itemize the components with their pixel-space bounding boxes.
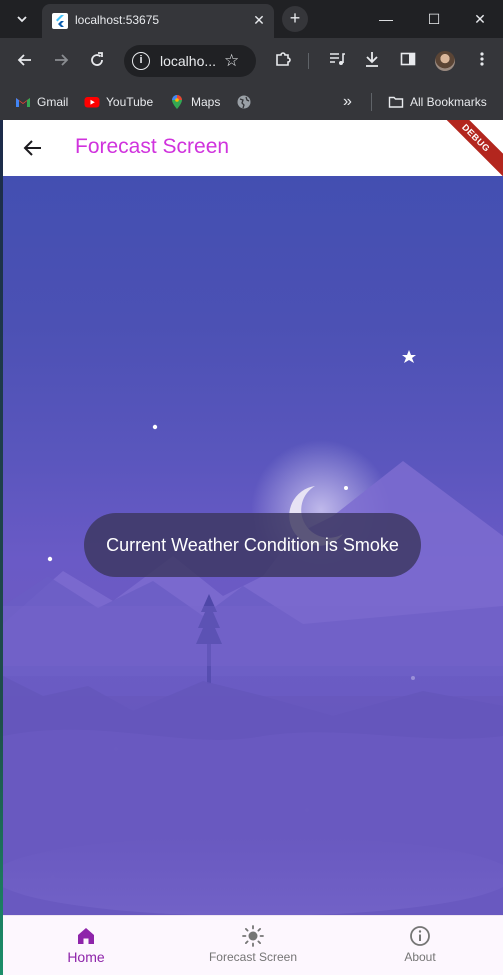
kebab-menu-icon[interactable] bbox=[471, 50, 493, 72]
nav-label: About bbox=[404, 950, 436, 964]
page-title: Forecast Screen bbox=[75, 135, 230, 158]
close-window-button[interactable]: ✕ bbox=[470, 9, 490, 29]
forward-button[interactable] bbox=[51, 51, 71, 71]
maps-icon bbox=[172, 95, 182, 109]
chevron-down-icon bbox=[17, 16, 27, 23]
info-icon bbox=[410, 926, 430, 946]
toolbar-divider bbox=[308, 53, 309, 69]
tab-close-icon[interactable]: ✕ bbox=[250, 11, 268, 29]
star-icon bbox=[344, 486, 348, 490]
bookmark-label: Gmail bbox=[37, 95, 69, 109]
tab-title: localhost:53675 bbox=[75, 13, 160, 27]
browser-tab[interactable]: localhost:53675 ✕ bbox=[42, 4, 274, 38]
site-info-icon[interactable]: i bbox=[132, 52, 150, 70]
bookmark-label: Maps bbox=[191, 95, 221, 109]
weather-toast: Current Weather Condition is Smoke bbox=[84, 513, 421, 577]
debug-banner: DEBUG bbox=[431, 120, 503, 183]
nav-forecast-screen[interactable]: Forecast Screen bbox=[173, 916, 333, 975]
ground-fog bbox=[3, 836, 503, 915]
nav-about[interactable]: About bbox=[340, 916, 500, 975]
flutter-favicon-icon bbox=[52, 13, 68, 29]
bookmarks-divider bbox=[371, 93, 372, 111]
minimize-button[interactable]: — bbox=[376, 9, 396, 29]
globe-icon bbox=[237, 95, 251, 109]
bookmark-globe[interactable] bbox=[236, 92, 252, 112]
back-arrow-icon bbox=[17, 54, 31, 66]
address-bar[interactable]: i localho... ☆ bbox=[124, 45, 256, 77]
sun-icon bbox=[242, 925, 264, 947]
star-icon bbox=[47, 556, 53, 562]
bookmarks-overflow-button[interactable]: » bbox=[343, 92, 352, 112]
folder-icon bbox=[388, 96, 404, 108]
bookmarks-bar: Gmail YouTube Maps » All Bookmarks bbox=[0, 84, 503, 120]
nav-home[interactable]: Home bbox=[6, 916, 166, 975]
profile-avatar[interactable] bbox=[435, 51, 455, 71]
nav-label: Forecast Screen bbox=[208, 950, 298, 964]
app-back-button[interactable] bbox=[21, 136, 45, 160]
tab-search-button[interactable] bbox=[12, 9, 32, 29]
bookmark-gmail[interactable]: Gmail bbox=[15, 92, 68, 112]
new-tab-button[interactable]: + bbox=[282, 6, 308, 32]
app-bar: Forecast Screen DEBUG bbox=[3, 120, 503, 183]
home-icon bbox=[78, 928, 94, 944]
back-button[interactable] bbox=[15, 51, 35, 71]
fog-band bbox=[3, 606, 503, 666]
browser-window: localhost:53675 ✕ + — ☐ ✕ i localho... ☆ bbox=[0, 0, 503, 975]
maximize-button[interactable]: ☐ bbox=[424, 9, 444, 29]
side-panel-icon[interactable] bbox=[397, 50, 419, 72]
nav-label: Home bbox=[67, 949, 105, 965]
reload-icon bbox=[91, 52, 103, 66]
back-arrow-icon bbox=[23, 140, 41, 156]
download-icon[interactable] bbox=[361, 50, 383, 72]
bookmark-label: YouTube bbox=[106, 95, 154, 109]
youtube-icon bbox=[84, 97, 100, 108]
all-bookmarks-label: All Bookmarks bbox=[410, 95, 487, 109]
address-text[interactable]: localho... bbox=[160, 53, 216, 69]
tab-strip: localhost:53675 ✕ + — ☐ ✕ bbox=[0, 0, 503, 38]
reload-button[interactable] bbox=[87, 51, 107, 71]
bookmark-maps[interactable]: Maps bbox=[169, 92, 220, 112]
extensions-icon[interactable] bbox=[272, 50, 294, 72]
gmail-icon bbox=[16, 98, 30, 107]
weather-animation: Current Weather Condition is Smoke bbox=[3, 176, 503, 915]
forward-arrow-icon bbox=[55, 54, 69, 66]
star-icon bbox=[411, 676, 415, 680]
media-control-icon[interactable] bbox=[326, 50, 348, 72]
all-bookmarks-button[interactable]: All Bookmarks bbox=[388, 92, 487, 112]
star-icon bbox=[402, 350, 416, 363]
bottom-navigation: Home Forecast Screen About bbox=[3, 915, 503, 975]
star-icon bbox=[152, 424, 158, 430]
flutter-app: Forecast Screen DEBUG Current Weather Co… bbox=[3, 120, 503, 975]
browser-toolbar: i localho... ☆ bbox=[0, 38, 503, 84]
bookmark-star-icon[interactable]: ☆ bbox=[224, 51, 239, 71]
bookmark-youtube[interactable]: YouTube bbox=[84, 92, 153, 112]
